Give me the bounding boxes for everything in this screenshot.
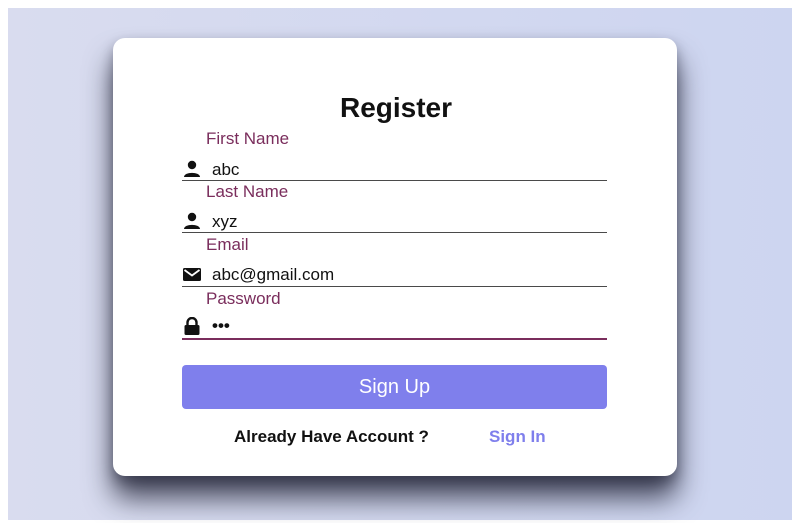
first-name-input[interactable] <box>212 160 602 180</box>
email-input[interactable] <box>212 265 602 285</box>
last-name-input[interactable] <box>212 212 602 232</box>
sign-up-button[interactable]: Sign Up <box>182 365 607 409</box>
last-name-label: Last Name <box>206 182 289 201</box>
page-title: Register <box>339 92 453 123</box>
first-name-label: First Name <box>206 129 290 148</box>
password-label: Password <box>206 289 281 308</box>
first-name-underline <box>182 180 607 181</box>
password-underline <box>182 338 607 340</box>
email-label: Email <box>206 235 249 254</box>
last-name-underline <box>182 232 607 233</box>
email-underline <box>182 286 607 287</box>
sign-in-link[interactable]: Sign In <box>489 427 546 447</box>
user-icon <box>184 160 200 177</box>
lock-icon <box>184 317 200 335</box>
user-icon <box>184 212 200 229</box>
envelope-icon <box>183 268 201 281</box>
password-input[interactable]: ••• <box>212 316 602 336</box>
already-have-account-text: Already Have Account ? <box>234 427 429 446</box>
